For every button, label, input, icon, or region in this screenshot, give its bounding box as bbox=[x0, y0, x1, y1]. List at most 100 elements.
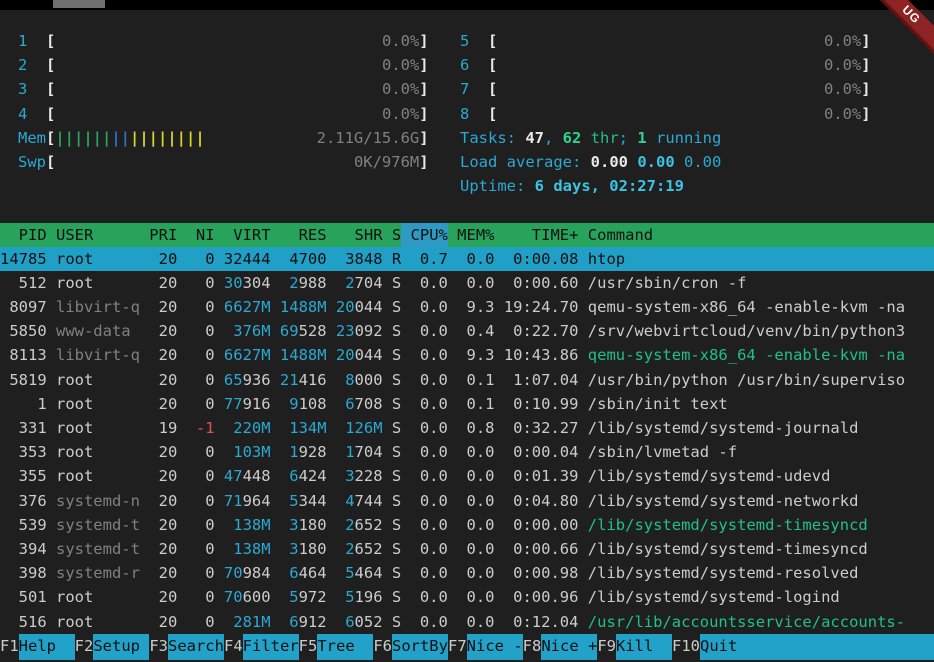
process-row[interactable]: 539systemd-t200138M31802652S0.00.00:00.0… bbox=[0, 513, 934, 537]
fnkey-f6[interactable]: F6 bbox=[373, 634, 392, 660]
fnkey-f3-label[interactable]: Search bbox=[168, 634, 224, 660]
cpu-meter-7: 7[0.0%] bbox=[460, 80, 871, 98]
cell-shr-hi: 2 bbox=[345, 516, 354, 534]
fnkey-f10-label[interactable]: Quit bbox=[700, 634, 934, 660]
cell-pid: 8113 bbox=[0, 343, 47, 367]
fnkey-f4[interactable]: F4 bbox=[224, 634, 243, 660]
cell-user: root bbox=[56, 271, 140, 295]
process-row[interactable]: 376systemd-n2007196453444744S0.00.00:04.… bbox=[0, 489, 934, 513]
column-header-mem[interactable]: MEM% bbox=[457, 223, 494, 247]
cell-shr: 5464 bbox=[336, 561, 383, 585]
process-row[interactable]: 5819root20065936214168000S0.00.11:07.04/… bbox=[0, 368, 934, 392]
cell-priority: 20 bbox=[149, 489, 177, 513]
cell-shr-hi: 20 bbox=[336, 298, 355, 316]
column-header-ni[interactable]: NI bbox=[187, 223, 215, 247]
cell-virt-hi: 30 bbox=[224, 274, 243, 292]
terminal-tab-indicator[interactable] bbox=[53, 0, 105, 8]
cell-res-hi: 6 bbox=[289, 467, 298, 485]
fnkey-f9[interactable]: F9 bbox=[597, 634, 616, 660]
process-row[interactable]: 355root2004744864243228S0.00.00:01.39/li… bbox=[0, 464, 934, 488]
process-row[interactable]: 331root19-1220M134M126MS0.00.80:32.27/li… bbox=[0, 416, 934, 440]
fnkey-f2[interactable]: F2 bbox=[75, 634, 94, 660]
column-header-virt[interactable]: VIRT bbox=[224, 223, 271, 247]
cell-shr-lo: 044 bbox=[355, 298, 383, 316]
cell-virt-hi: 6627M bbox=[224, 346, 271, 364]
fnkey-f10[interactable]: F10 bbox=[672, 634, 700, 660]
process-row[interactable]: 501root2007060059725196S0.00.00:00.96/li… bbox=[0, 585, 934, 609]
process-row[interactable]: 516root200281M69126052S0.00.00:12.04/usr… bbox=[0, 610, 934, 634]
column-header-pid[interactable]: PID bbox=[0, 223, 47, 247]
meter-area: 1[0.0%]5[0.0%]2[0.0%]6[0.0%]3[0.0%]7[0.0… bbox=[0, 29, 934, 223]
column-header-s[interactable]: S bbox=[392, 223, 401, 247]
cell-shr-hi: 23 bbox=[336, 322, 355, 340]
cell-mem-percent: 0.0 bbox=[457, 513, 494, 537]
process-row[interactable]: 512root2003030429882704S0.00.00:00.60/us… bbox=[0, 271, 934, 295]
fnkey-f5-label[interactable]: Tree bbox=[317, 634, 373, 660]
column-header-cmd[interactable]: Command bbox=[588, 223, 653, 247]
meter-open-bracket: [ bbox=[488, 32, 497, 50]
column-header-res[interactable]: RES bbox=[280, 223, 327, 247]
cell-res-lo: 928 bbox=[299, 443, 327, 461]
cell-pid: 5819 bbox=[0, 368, 47, 392]
cpu-meter-2: 2[0.0%] bbox=[18, 56, 429, 74]
fnkey-f7[interactable]: F7 bbox=[448, 634, 467, 660]
process-row[interactable]: 1root2007791691086708S0.00.10:10.99/sbin… bbox=[0, 392, 934, 416]
cell-res-lo: 700 bbox=[299, 250, 327, 268]
fnkey-f6-label[interactable]: SortBy bbox=[392, 634, 448, 660]
process-row[interactable]: 14785root2003244447003848R0.70.00:00.08h… bbox=[0, 247, 934, 271]
process-row[interactable]: 398systemd-r2007098464645464S0.00.00:00.… bbox=[0, 561, 934, 585]
load-average: Load average: 0.00 0.00 0.00 bbox=[460, 153, 721, 171]
column-header-time[interactable]: TIME+ bbox=[504, 223, 579, 247]
cell-time: 0:22.70 bbox=[504, 319, 579, 343]
fnkey-f8[interactable]: F8 bbox=[523, 634, 542, 660]
fnkey-f5[interactable]: F5 bbox=[299, 634, 318, 660]
cell-res-lo: 416 bbox=[299, 371, 327, 389]
cell-state: S bbox=[392, 295, 401, 319]
cpu-meter-3-inner: 0.0% bbox=[55, 77, 419, 101]
cell-time: 0:10.99 bbox=[504, 392, 579, 416]
meter-close-bracket: ] bbox=[419, 105, 428, 123]
fnkey-f1-label[interactable]: Help bbox=[19, 634, 75, 660]
cell-shr-hi: 6 bbox=[345, 395, 354, 413]
swap-meter-value: 0K/976M bbox=[354, 153, 419, 171]
fnkey-f7-label[interactable]: Nice - bbox=[467, 634, 523, 660]
column-header-pri[interactable]: PRI bbox=[149, 223, 177, 247]
fnkey-f2-label[interactable]: Setup bbox=[93, 634, 149, 660]
cell-res-hi: 5 bbox=[289, 492, 298, 510]
column-header-cpu[interactable]: CPU% bbox=[401, 223, 448, 247]
meter-open-bracket: [ bbox=[46, 105, 55, 123]
cpu-meter-1-value: 0.0% bbox=[382, 32, 419, 50]
meter-open-bracket: [ bbox=[46, 80, 55, 98]
header-line-right: Uptime: 6 days, 02:27:19 bbox=[460, 174, 684, 198]
column-header-user[interactable]: USER bbox=[56, 223, 140, 247]
process-row[interactable]: 5850www-data200376M6952823092S0.00.40:22… bbox=[0, 319, 934, 343]
cell-virt-hi: 220M bbox=[233, 419, 270, 437]
column-header-shr[interactable]: SHR bbox=[336, 223, 383, 247]
fnkey-f1[interactable]: F1 bbox=[0, 634, 19, 660]
cell-user: libvirt-q bbox=[56, 343, 140, 367]
cell-priority: 20 bbox=[149, 585, 177, 609]
cell-shr: 20044 bbox=[336, 295, 383, 319]
process-row[interactable]: 394systemd-t200138M31802652S0.00.00:00.6… bbox=[0, 537, 934, 561]
cell-virt: 65936 bbox=[224, 368, 271, 392]
fnkey-f4-label[interactable]: Filter bbox=[243, 634, 299, 660]
process-row[interactable]: 8097libvirt-q2006627M1488M20044S0.09.319… bbox=[0, 295, 934, 319]
meter-close-bracket: ] bbox=[861, 80, 870, 98]
meter-open-bracket: [ bbox=[46, 129, 55, 147]
process-row[interactable]: 8113libvirt-q2006627M1488M20044S0.09.310… bbox=[0, 343, 934, 367]
cell-res-lo: 972 bbox=[299, 588, 327, 606]
terminal-titlebar bbox=[0, 0, 934, 10]
htop-app: 1[0.0%]5[0.0%]2[0.0%]6[0.0%]3[0.0%]7[0.0… bbox=[0, 29, 934, 660]
fnkey-f3[interactable]: F3 bbox=[149, 634, 168, 660]
cell-priority: 20 bbox=[149, 561, 177, 585]
header-line-left: 1[0.0%] bbox=[18, 29, 429, 53]
header-line: Uptime: 6 days, 02:27:19 bbox=[0, 174, 934, 198]
cell-state: S bbox=[392, 392, 401, 416]
fnkey-f8-label[interactable]: Nice + bbox=[541, 634, 597, 660]
cell-time: 0:00.66 bbox=[504, 537, 579, 561]
cell-res-hi: 3 bbox=[289, 516, 298, 534]
process-row[interactable]: 353root200103M19281704S0.00.00:00.04/sbi… bbox=[0, 440, 934, 464]
fnkey-f9-label[interactable]: Kill bbox=[616, 634, 672, 660]
header-line: 4[0.0%]8[0.0%] bbox=[0, 102, 934, 126]
cell-shr-hi: 3 bbox=[345, 250, 354, 268]
